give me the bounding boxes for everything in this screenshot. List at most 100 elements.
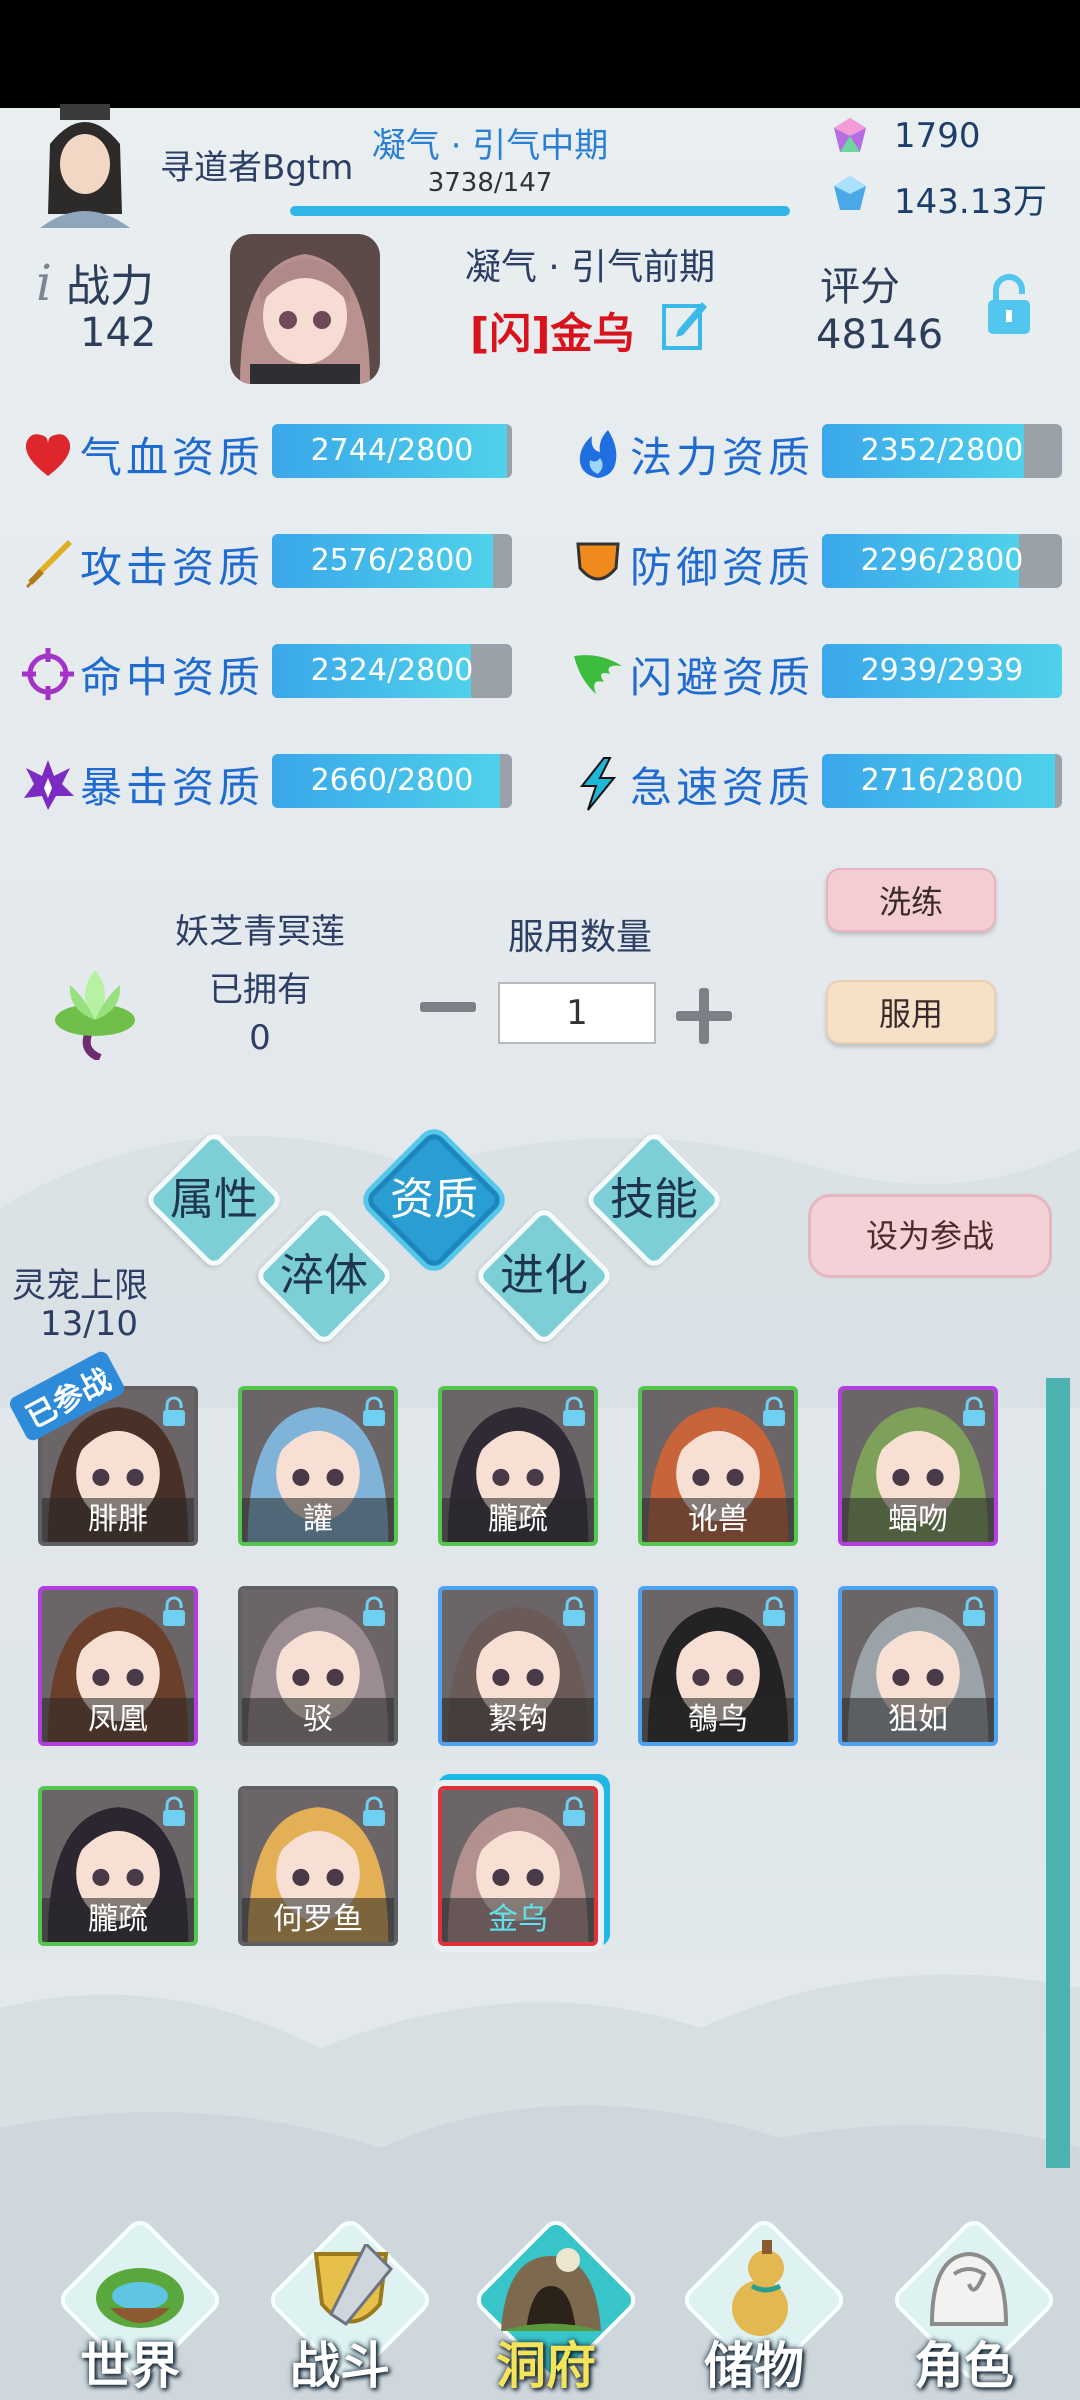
burst-icon xyxy=(24,760,74,810)
crosshair-icon xyxy=(22,648,74,700)
quantity-label: 服用数量 xyxy=(507,917,652,958)
attribute-row: 气血资质 2744/2800 xyxy=(20,422,520,482)
pet-name: 驳 xyxy=(242,1698,394,1742)
player-avatar[interactable] xyxy=(30,104,140,228)
pet-portrait xyxy=(230,234,380,384)
attribute-label: 攻击资质 xyxy=(80,543,265,592)
exp-bar xyxy=(290,206,790,216)
lock-icon xyxy=(163,1796,185,1826)
lock-icon xyxy=(963,1396,985,1426)
pet-card[interactable]: 絜钩 xyxy=(438,1586,598,1746)
attribute-value: 2939/2939 xyxy=(860,653,1024,688)
lock-icon xyxy=(563,1396,585,1426)
bottom-nav: 世界 战斗 洞府 储物 角色 xyxy=(0,2215,1080,2400)
pet-card[interactable]: 驳 xyxy=(238,1586,398,1746)
lock-icon xyxy=(363,1596,385,1626)
nav-battle[interactable]: 战斗 xyxy=(250,2215,435,2400)
lock-icon xyxy=(763,1396,785,1426)
attribute-label: 暴击资质 xyxy=(80,763,265,812)
lock-icon xyxy=(963,1596,985,1626)
edit-icon[interactable] xyxy=(660,296,708,352)
pet-card[interactable]: 鵸鸟 xyxy=(638,1586,798,1746)
pet-name: [闪]金乌 xyxy=(470,309,635,358)
scrollbar[interactable] xyxy=(1046,1378,1070,2168)
pet-name: 凤凰 xyxy=(42,1698,194,1742)
lock-icon xyxy=(163,1396,185,1426)
shield-icon xyxy=(576,542,620,581)
lock-icon[interactable] xyxy=(984,272,1034,338)
pet-card[interactable]: 朧疏 xyxy=(438,1386,598,1546)
tab-evolve[interactable]: 进化 xyxy=(473,1205,615,1347)
pet-name: 何罗鱼 xyxy=(242,1898,394,1942)
attribute-bar: 2744/2800 xyxy=(272,424,512,478)
attribute-row: 命中资质 2324/2800 xyxy=(20,642,520,702)
nav-world[interactable]: 世界 xyxy=(40,2215,225,2400)
herb-name: 妖芝青冥莲 xyxy=(175,912,345,952)
attribute-value: 2352/2800 xyxy=(860,433,1024,468)
nav-storage[interactable]: 储物 xyxy=(664,2215,849,2400)
power-label: 战力 xyxy=(66,261,154,312)
player-exp: 3738/147 xyxy=(427,168,553,198)
pet-name: 鵸鸟 xyxy=(642,1698,794,1742)
set-battle-button[interactable]: 设为参战 xyxy=(808,1194,1052,1278)
pet-name: 金乌 xyxy=(442,1898,594,1942)
pet-card[interactable]: 朧疏 xyxy=(38,1786,198,1946)
cave-icon xyxy=(501,2248,601,2331)
wing-icon xyxy=(574,655,622,694)
attribute-label: 防御资质 xyxy=(630,543,815,592)
player-realm: 凝气 · 引气中期 xyxy=(371,126,609,166)
lightning-icon xyxy=(579,757,617,811)
attribute-label: 法力资质 xyxy=(630,433,815,482)
pet-name: 腓腓 xyxy=(42,1498,194,1542)
quantity-input[interactable]: 1 xyxy=(498,982,656,1044)
use-button[interactable]: 服用 xyxy=(826,980,996,1044)
attribute-bar: 2576/2800 xyxy=(272,534,512,588)
pet-card[interactable]: 狙如 xyxy=(838,1586,998,1746)
attribute-row: 防御资质 2296/2800 xyxy=(570,532,1070,592)
attribute-label: 气血资质 xyxy=(80,433,265,482)
attribute-bar: 2660/2800 xyxy=(272,754,512,808)
info-icon[interactable]: i xyxy=(36,254,52,312)
gourd-icon xyxy=(732,2240,788,2336)
lock-icon xyxy=(163,1596,185,1626)
pet-card[interactable]: 金乌 xyxy=(438,1786,598,1946)
attribute-value: 2324/2800 xyxy=(310,653,474,688)
blue-gem-count: 143.13万 xyxy=(894,182,1047,222)
lock-icon xyxy=(363,1796,385,1826)
attribute-row: 急速资质 2716/2800 xyxy=(570,752,1070,812)
pet-card[interactable]: 何罗鱼 xyxy=(238,1786,398,1946)
status-bar-area xyxy=(0,0,1080,108)
lock-icon xyxy=(563,1796,585,1826)
sword-icon xyxy=(26,540,72,588)
pet-name: 蝠吻 xyxy=(842,1498,994,1542)
attribute-value: 2660/2800 xyxy=(310,763,474,798)
pet-name: 絜钩 xyxy=(442,1698,594,1742)
lock-icon xyxy=(363,1396,385,1426)
attribute-bar: 2352/2800 xyxy=(822,424,1062,478)
wash-button[interactable]: 洗练 xyxy=(826,868,996,932)
lotus-icon xyxy=(55,970,135,1060)
plus-button[interactable] xyxy=(676,988,732,1044)
nav-character[interactable]: 角色 xyxy=(874,2215,1059,2400)
pet-card[interactable]: 讙 xyxy=(238,1386,398,1546)
heart-icon xyxy=(25,434,71,476)
attribute-row: 法力资质 2352/2800 xyxy=(570,422,1070,482)
owned-value: 0 xyxy=(249,1018,271,1058)
flame-icon xyxy=(579,430,617,478)
owned-label: 已拥有 xyxy=(209,970,311,1010)
lock-icon xyxy=(763,1596,785,1626)
pet-name: 朧疏 xyxy=(42,1898,194,1942)
tab-temper[interactable]: 淬体 xyxy=(253,1205,395,1347)
pet-card[interactable]: 蝠吻 xyxy=(838,1386,998,1546)
attribute-value: 2716/2800 xyxy=(860,763,1024,798)
pet-name: 朧疏 xyxy=(442,1498,594,1542)
capacity-value: 13/10 xyxy=(40,1304,138,1344)
minus-button[interactable] xyxy=(420,1002,476,1012)
pet-name: 讙 xyxy=(242,1498,394,1542)
attribute-label: 急速资质 xyxy=(630,763,815,812)
nav-cave[interactable]: 洞府 xyxy=(456,2215,641,2400)
pet-name: 狙如 xyxy=(842,1698,994,1742)
pet-card[interactable]: 凤凰 xyxy=(38,1586,198,1746)
pet-realm: 凝气 · 引气前期 xyxy=(464,247,716,288)
pet-card[interactable]: 讹兽 xyxy=(638,1386,798,1546)
